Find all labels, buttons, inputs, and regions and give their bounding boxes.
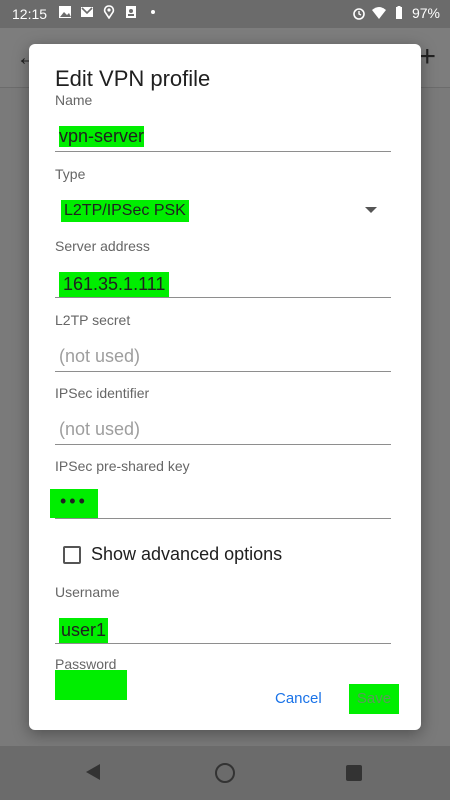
dot-icon <box>151 10 155 14</box>
cancel-button[interactable]: Cancel <box>275 690 322 707</box>
dialog-title: Edit VPN profile <box>55 66 211 91</box>
l2tp-secret-label: L2TP secret <box>55 312 131 328</box>
username-field[interactable]: user1 <box>55 612 391 644</box>
status-bar: 12:15 97% <box>0 0 450 28</box>
l2tp-secret-placeholder: (not used) <box>59 346 141 366</box>
show-advanced-row[interactable]: Show advanced options <box>63 544 282 565</box>
ipsec-identifier-field[interactable]: (not used) <box>55 413 391 445</box>
ipsec-identifier-placeholder: (not used) <box>59 419 141 439</box>
server-address-label: Server address <box>55 238 150 254</box>
add-icon: + <box>418 40 436 73</box>
wifi-icon <box>371 7 386 19</box>
battery-level: 97% <box>411 5 440 21</box>
save-button[interactable]: Save <box>349 684 399 714</box>
server-address-value: 161.35.1.111 <box>59 272 170 297</box>
gmail-icon <box>81 7 93 17</box>
edit-vpn-dialog: Edit VPN profile Name vpn-server Type L2… <box>29 44 421 730</box>
show-advanced-checkbox[interactable] <box>63 545 81 564</box>
username-value: user1 <box>59 618 109 643</box>
navigation-bar <box>0 746 450 800</box>
alarm-icon <box>353 8 365 20</box>
l2tp-secret-field[interactable]: (not used) <box>55 340 391 372</box>
maps-icon <box>103 5 115 19</box>
name-field[interactable]: vpn-server <box>55 120 391 152</box>
type-label: Type <box>55 166 86 182</box>
nav-home-icon[interactable] <box>215 763 235 783</box>
show-advanced-label: Show advanced options <box>91 544 283 564</box>
battery-icon <box>395 6 402 19</box>
ipsec-psk-field[interactable]: ••• <box>50 487 391 519</box>
chevron-down-icon[interactable] <box>365 207 377 213</box>
server-address-field[interactable]: 161.35.1.111 <box>55 266 391 298</box>
type-dropdown[interactable]: L2TP/IPSec PSK <box>55 194 391 226</box>
name-value: vpn-server <box>59 126 145 147</box>
ipsec-identifier-label: IPSec identifier <box>55 385 150 401</box>
type-value: L2TP/IPSec PSK <box>61 200 189 222</box>
password-field[interactable] <box>55 670 127 700</box>
name-label: Name <box>55 92 93 108</box>
username-label: Username <box>55 584 120 600</box>
image-icon <box>59 6 71 18</box>
ipsec-psk-label: IPSec pre-shared key <box>55 458 190 474</box>
clock: 12:15 <box>12 6 48 22</box>
ipsec-psk-value: ••• <box>50 489 98 518</box>
nav-recents-icon[interactable] <box>346 765 362 781</box>
portrait-icon <box>126 6 136 18</box>
nav-back-icon[interactable] <box>86 764 100 780</box>
